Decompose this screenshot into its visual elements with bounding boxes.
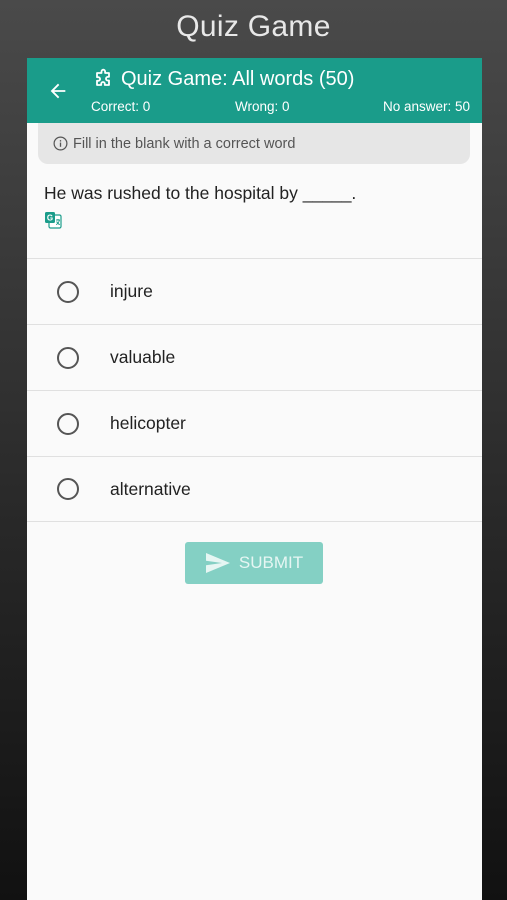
option-label: alternative	[110, 478, 191, 499]
app-bar: Quiz Game: All words (50) Correct: 0 Wro…	[27, 58, 482, 123]
hint-text: Fill in the blank with a correct word	[73, 135, 296, 152]
puzzle-icon	[96, 68, 110, 86]
option-row[interactable]: valuable	[27, 324, 482, 390]
app-screen: Quiz Game: All words (50) Correct: 0 Wro…	[27, 58, 482, 900]
option-label: helicopter	[110, 413, 186, 433]
submit-button[interactable]: SUBMIT	[185, 542, 323, 584]
google-translate-icon: G	[45, 212, 62, 229]
option-label: valuable	[110, 347, 176, 367]
arrow-left-icon	[50, 83, 66, 99]
question-text: He was rushed to the hospital by _____.	[44, 183, 357, 203]
radio-button[interactable]	[57, 280, 79, 303]
info-icon	[53, 136, 68, 151]
back-button[interactable]	[41, 74, 75, 108]
option-label: injure	[110, 281, 153, 301]
answer-options: injure valuable helicopter alternative	[27, 258, 482, 522]
no-answer-count: No answer: 50	[382, 99, 470, 114]
option-row[interactable]: helicopter	[27, 390, 482, 456]
submit-label: SUBMIT	[238, 553, 304, 572]
app-title-text: Quiz Game: All words (50)	[121, 67, 355, 90]
correct-count: Correct: 0	[91, 99, 151, 114]
radio-button[interactable]	[57, 478, 79, 500]
svg-text:G: G	[47, 214, 53, 223]
radio-button[interactable]	[57, 346, 79, 369]
hint-box: Fill in the blank with a correct word	[38, 123, 470, 164]
promo-title: Quiz Game	[176, 10, 331, 43]
wrong-count: Wrong: 0	[235, 99, 290, 114]
option-row[interactable]: injure	[27, 258, 482, 324]
translate-button[interactable]: G	[44, 211, 62, 229]
app-title: Quiz Game: All words (50)	[91, 67, 354, 91]
radio-button[interactable]	[57, 412, 79, 435]
send-icon	[205, 553, 230, 573]
option-row[interactable]: alternative	[27, 456, 482, 522]
